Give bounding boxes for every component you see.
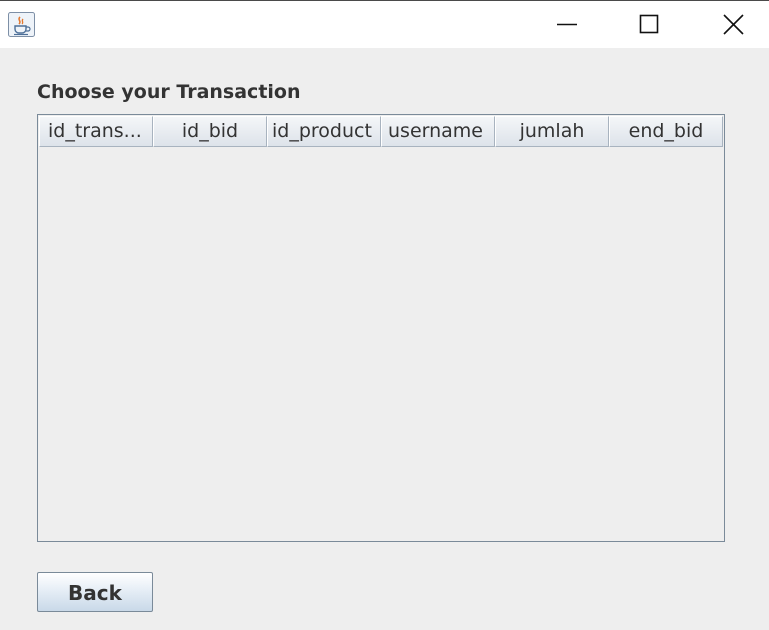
section-title: Choose your Transaction <box>37 81 301 103</box>
table-header: id_trans... id_bid id_product username j… <box>39 116 723 147</box>
minimize-button[interactable] <box>544 1 590 48</box>
column-header-id-bid[interactable]: id_bid <box>153 116 267 147</box>
column-header-id-transaction[interactable]: id_trans... <box>39 116 153 147</box>
title-bar <box>0 1 769 48</box>
column-header-id-product[interactable]: id_product <box>267 116 381 147</box>
table-body[interactable] <box>39 148 723 540</box>
close-button[interactable] <box>711 1 757 48</box>
java-cup-icon <box>8 12 35 37</box>
column-header-end-bid[interactable]: end_bid <box>609 116 723 147</box>
back-button[interactable]: Back <box>37 572 153 612</box>
column-header-username[interactable]: username <box>381 116 495 147</box>
maximize-button[interactable] <box>626 1 672 48</box>
column-header-jumlah[interactable]: jumlah <box>495 116 609 147</box>
app-window: Choose your Transaction id_trans... id_b… <box>0 0 769 630</box>
transaction-table[interactable]: id_trans... id_bid id_product username j… <box>37 114 725 542</box>
